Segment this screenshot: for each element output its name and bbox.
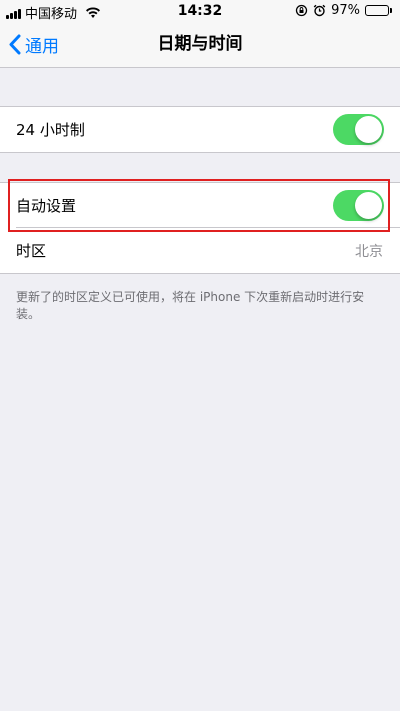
alarm-icon <box>313 4 326 17</box>
toggle-auto-set[interactable] <box>333 190 384 221</box>
status-bar: 中国移动 14:32 97% <box>0 0 400 22</box>
back-button[interactable]: 通用 <box>8 22 59 67</box>
settings-group-24-hour: 24 小时制 <box>0 106 400 153</box>
label-24-hour: 24 小时制 <box>16 121 85 139</box>
toggle-knob <box>355 116 382 143</box>
toggle-knob <box>355 192 382 219</box>
rotation-lock-icon <box>295 4 308 17</box>
settings-group-auto: 自动设置 时区 北京 <box>0 182 400 274</box>
battery-icon <box>365 5 392 16</box>
cell-auto-set: 自动设置 <box>0 183 400 228</box>
cell-timezone[interactable]: 时区 北京 <box>0 228 400 273</box>
battery-percent: 97% <box>331 3 360 18</box>
label-auto-set: 自动设置 <box>16 197 77 215</box>
navigation-bar: 通用 日期与时间 <box>0 22 400 68</box>
label-timezone: 时区 <box>16 242 47 260</box>
page-title: 日期与时间 <box>157 34 243 54</box>
status-right: 97% <box>295 3 392 18</box>
footer-note: 更新了的时区定义已可使用，将在 iPhone 下次重新启动时进行安装。 <box>16 290 365 321</box>
cell-24-hour: 24 小时制 <box>0 107 400 152</box>
toggle-24-hour[interactable] <box>333 114 384 145</box>
chevron-left-icon <box>9 34 21 55</box>
timezone-value: 北京 <box>355 243 383 260</box>
back-label: 通用 <box>25 37 59 57</box>
